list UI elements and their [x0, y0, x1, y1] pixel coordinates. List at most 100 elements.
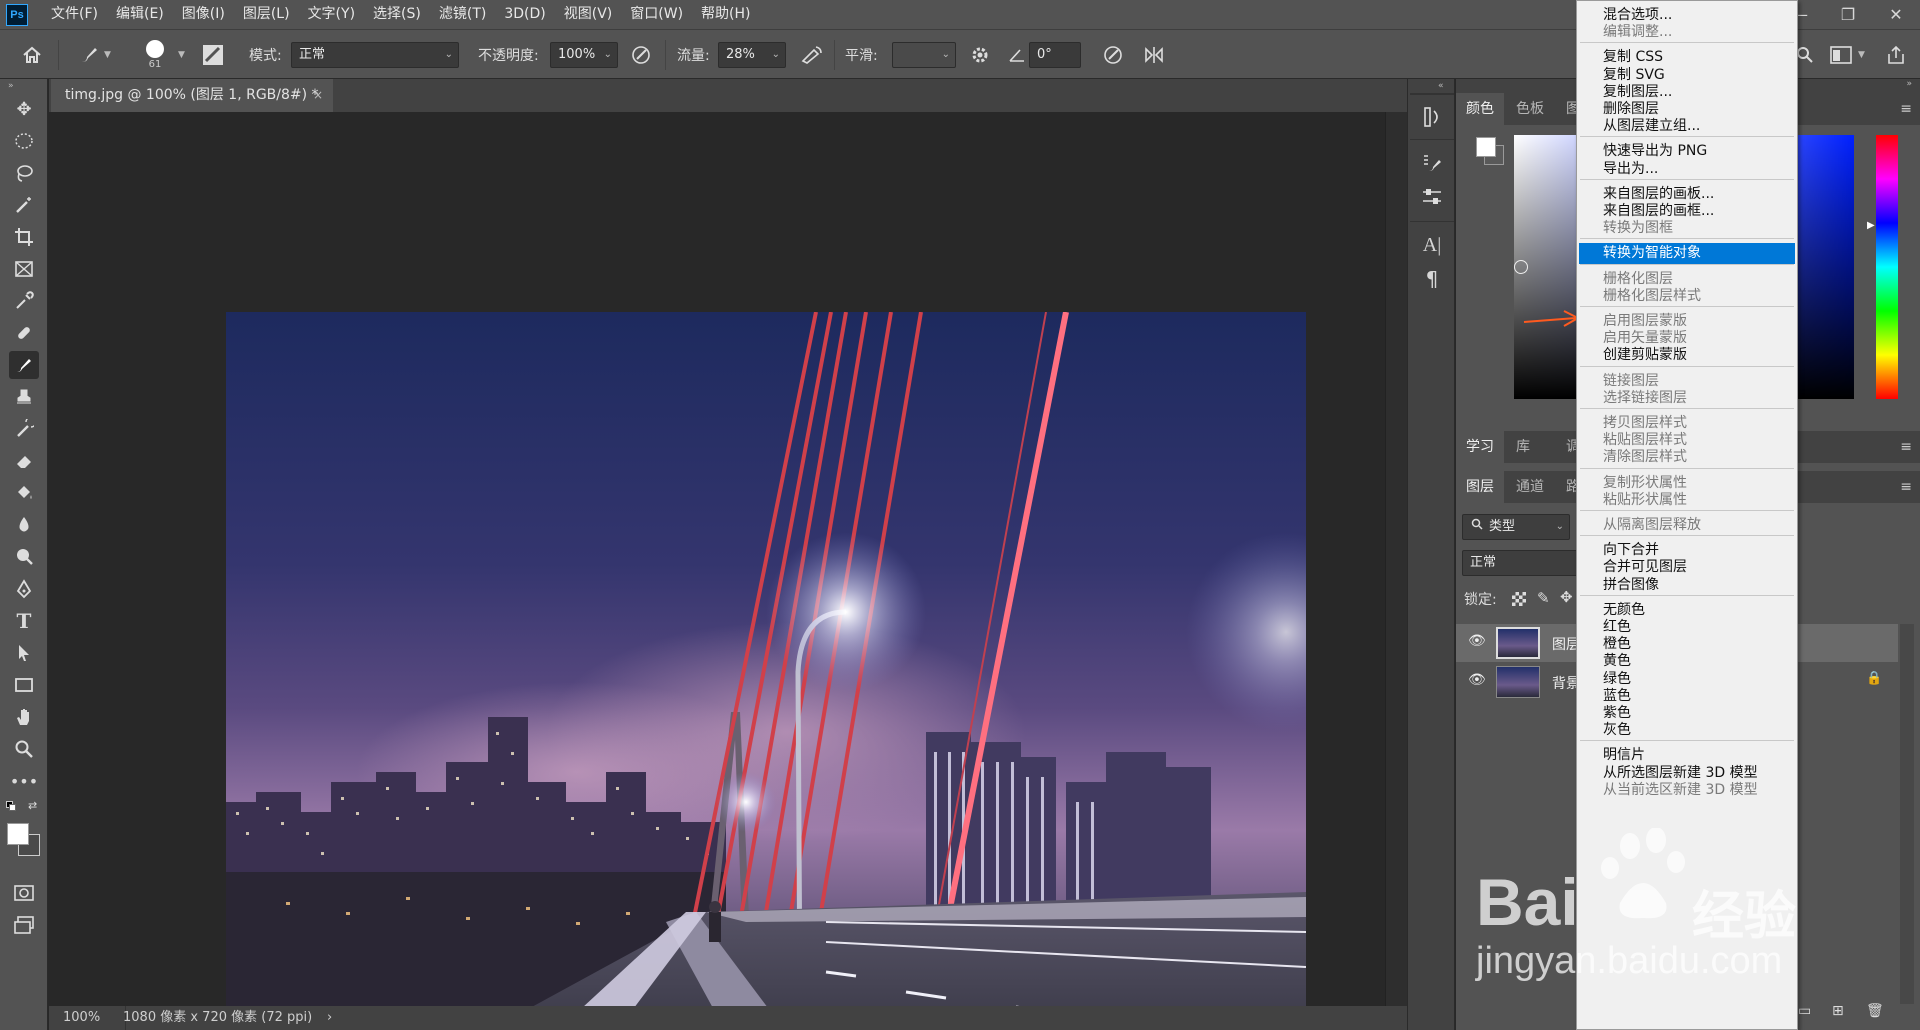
brush-settings-icon[interactable] — [202, 30, 224, 80]
path-selection-tool-icon[interactable] — [9, 639, 39, 667]
history-panel-icon[interactable] — [1417, 103, 1447, 131]
hue-slider[interactable] — [1876, 135, 1898, 399]
pen-tool-icon[interactable] — [9, 575, 39, 603]
menu-1[interactable]: 编辑(E) — [107, 0, 173, 29]
brush-size-picker[interactable]: 61 — [146, 30, 164, 80]
quick-mask-icon[interactable] — [9, 879, 39, 907]
panel-menu-icon[interactable]: ≡ — [1900, 93, 1912, 125]
layers-scrollbar[interactable] — [1900, 624, 1914, 1004]
frame-tool-icon[interactable] — [9, 255, 39, 283]
canvas-area[interactable] — [49, 112, 1385, 1030]
context-menu-item[interactable]: 灰色 — [1579, 720, 1795, 741]
vertical-scrollbar[interactable] — [1385, 112, 1407, 1006]
delete-layer-icon[interactable]: 🗑 — [1866, 1003, 1884, 1019]
tab-libraries[interactable]: 库 — [1506, 431, 1540, 463]
panel-menu-icon[interactable]: ≡ — [1900, 431, 1912, 463]
zoom-tool-icon[interactable] — [9, 735, 39, 763]
lock-transparent-icon[interactable] — [1512, 592, 1526, 606]
chevron-down-icon[interactable]: ▼ — [178, 30, 185, 80]
menu-10[interactable]: 帮助(H) — [692, 0, 759, 29]
new-layer-icon[interactable]: ⊞ — [1832, 1003, 1844, 1019]
share-icon[interactable] — [1886, 30, 1906, 80]
visibility-eye-icon[interactable]: 👁 — [1468, 633, 1486, 649]
restore-button[interactable]: ❐ — [1824, 0, 1872, 29]
eyedropper-tool-icon[interactable] — [9, 287, 39, 315]
tab-learn[interactable]: 学习 — [1456, 431, 1504, 463]
type-tool-icon[interactable]: T — [9, 607, 39, 635]
layer-blend-mode-select[interactable]: 正常 — [1462, 550, 1582, 576]
menu-0[interactable]: 文件(F) — [42, 0, 107, 29]
gear-icon[interactable] — [970, 30, 990, 80]
move-tool-icon[interactable]: ✥ — [9, 95, 39, 123]
adjustments-panel-icon[interactable] — [1417, 183, 1447, 211]
collapse-icon[interactable]: » — [8, 81, 14, 91]
tab-swatches[interactable]: 色板 — [1506, 93, 1554, 125]
magic-wand-tool-icon[interactable] — [9, 191, 39, 219]
foreground-color-swatch[interactable] — [7, 823, 29, 845]
rectangle-tool-icon[interactable] — [9, 671, 39, 699]
tab-channels[interactable]: 通道 — [1506, 471, 1554, 503]
layer-filter-select[interactable]: 类型 ⌄ — [1462, 514, 1570, 540]
airbrush-icon[interactable] — [800, 30, 824, 80]
menu-7[interactable]: 3D(D) — [495, 0, 554, 29]
menu-3[interactable]: 图层(L) — [234, 0, 299, 29]
pressure-opacity-icon[interactable] — [630, 30, 652, 80]
document-tab[interactable]: timg.jpg @ 100% (图层 1, RGB/8#) * × — [51, 79, 333, 112]
marquee-tool-icon[interactable] — [9, 127, 39, 155]
menu-5[interactable]: 选择(S) — [364, 0, 430, 29]
menu-4[interactable]: 文字(Y) — [299, 0, 364, 29]
healing-brush-tool-icon[interactable] — [9, 319, 39, 347]
tab-color[interactable]: 颜色 — [1456, 93, 1504, 125]
document-image[interactable] — [226, 312, 1306, 1030]
close-window-button[interactable]: ✕ — [1872, 0, 1920, 29]
screen-mode-icon[interactable] — [9, 911, 39, 939]
smoothing-input[interactable]: ⌄ — [892, 42, 956, 68]
menu-8[interactable]: 视图(V) — [555, 0, 622, 29]
collapse-icon[interactable]: » — [1906, 79, 1912, 89]
dodge-tool-icon[interactable] — [9, 543, 39, 571]
brush-presets-icon[interactable] — [1417, 149, 1447, 177]
menu-6[interactable]: 滤镜(T) — [430, 0, 495, 29]
lock-move-icon[interactable]: ✥ — [1560, 588, 1573, 606]
flow-input[interactable]: 28% ⌄ — [718, 42, 786, 68]
panel-menu-icon[interactable]: ≡ — [1900, 471, 1912, 503]
paint-bucket-tool-icon[interactable] — [9, 479, 39, 507]
paragraph-panel-icon[interactable]: ¶ — [1417, 265, 1447, 293]
visibility-eye-icon[interactable]: 👁 — [1468, 672, 1486, 688]
brush-tool-preset-icon[interactable]: ▼ — [78, 30, 111, 80]
clone-stamp-tool-icon[interactable] — [9, 383, 39, 411]
tab-layers[interactable]: 图层 — [1456, 471, 1504, 503]
mode-select[interactable]: 正常 ⌄ — [291, 42, 459, 68]
menu-2[interactable]: 图像(I) — [173, 0, 234, 29]
blur-tool-icon[interactable] — [9, 511, 39, 539]
new-group-icon[interactable]: ▭ — [1798, 1003, 1811, 1019]
character-panel-icon[interactable]: A| — [1417, 231, 1447, 259]
home-icon[interactable] — [22, 30, 42, 80]
context-menu-item[interactable]: 拼合图像 — [1579, 575, 1795, 596]
crop-tool-icon[interactable] — [9, 223, 39, 251]
opacity-input[interactable]: 100% ⌄ — [550, 42, 618, 68]
context-menu-item[interactable]: 转换为智能对象 — [1579, 243, 1795, 265]
more-tools-icon[interactable]: ••• — [9, 767, 39, 795]
brush-tool-icon[interactable] — [9, 351, 39, 379]
lasso-tool-icon[interactable] — [9, 159, 39, 187]
context-menu-item[interactable]: 导出为... — [1579, 159, 1795, 180]
zoom-level[interactable]: 100% — [63, 1006, 100, 1030]
status-menu-arrow[interactable]: › — [327, 1006, 332, 1030]
angle-input[interactable]: 0° — [1029, 42, 1081, 68]
search-icon[interactable] — [1796, 30, 1814, 80]
menu-9[interactable]: 窗口(W) — [621, 0, 692, 29]
color-foreground-swatch[interactable] — [1476, 137, 1496, 157]
lock-paint-icon[interactable]: ✎ — [1537, 589, 1550, 607]
default-colors-icon[interactable] — [6, 801, 16, 811]
context-menu-item[interactable]: 从图层建立组... — [1579, 116, 1795, 137]
expand-icon[interactable]: « — [1438, 81, 1444, 91]
swap-colors-icon[interactable]: ⇄ — [28, 799, 37, 812]
hand-tool-icon[interactable] — [9, 703, 39, 731]
context-menu-item[interactable]: 创建剪贴蒙版 — [1579, 345, 1795, 366]
pressure-size-icon[interactable] — [1102, 30, 1124, 80]
hue-slider-marker[interactable]: ▶ — [1867, 220, 1875, 231]
close-tab-icon[interactable]: × — [313, 79, 323, 112]
eraser-tool-icon[interactable] — [9, 447, 39, 475]
history-brush-tool-icon[interactable] — [9, 415, 39, 443]
